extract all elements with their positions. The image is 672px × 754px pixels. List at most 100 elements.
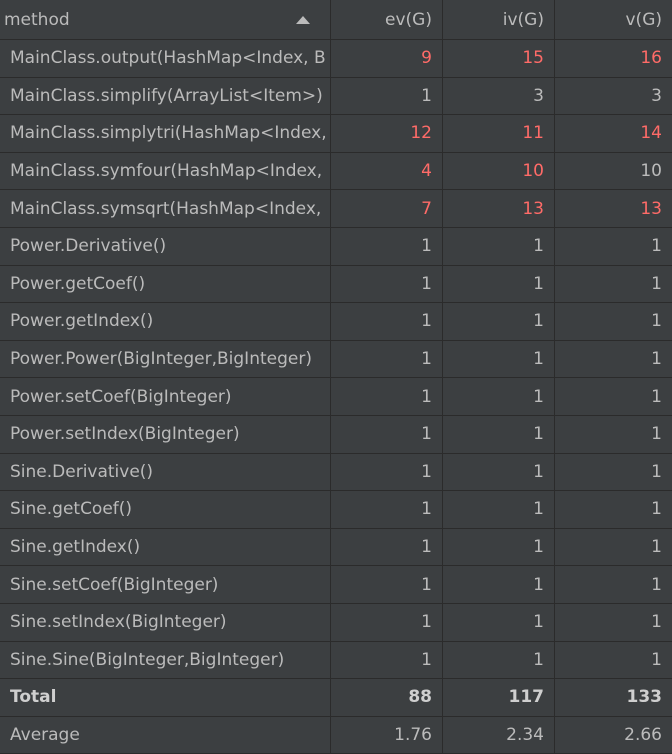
total-ev: 88 xyxy=(331,679,443,716)
method-cell: MainClass.symfour(HashMap<Index, xyxy=(0,152,331,190)
average-iv: 2.34 xyxy=(443,716,555,754)
ev-cell: 1 xyxy=(331,340,443,378)
table-row[interactable]: Power.setIndex(BigInteger) 1 1 1 xyxy=(0,415,672,454)
ev-cell: 1 xyxy=(331,528,443,566)
iv-cell: 1 xyxy=(443,603,555,641)
iv-cell: 15 xyxy=(443,40,555,77)
v-cell: 1 xyxy=(651,424,662,445)
table-body: MainClass.output(HashMap<Index, B 9 15 16 Ma… xyxy=(0,40,672,680)
ev-cell: 12 xyxy=(331,115,443,152)
table-row[interactable]: Power.getCoef() 1 1 1 xyxy=(0,265,672,304)
metrics-table: method ev(G) iv(G) v(G) MainClass.output… xyxy=(0,0,672,754)
method-cell: Sine.setIndex(BigInteger) xyxy=(0,603,331,641)
method-cell: Sine.getIndex() xyxy=(0,528,331,566)
column-header-method[interactable]: method xyxy=(0,0,331,39)
table-row[interactable]: Sine.setCoef(BigInteger) 1 1 1 xyxy=(0,566,672,604)
table-row[interactable]: MainClass.output(HashMap<Index, B 9 15 16 xyxy=(0,40,672,78)
ev-cell: 1 xyxy=(331,378,443,415)
method-cell: MainClass.simplytri(HashMap<Index, xyxy=(0,115,331,152)
iv-cell: 1 xyxy=(443,641,555,679)
table-row[interactable]: Power.Power(BigInteger,BigInteger) 1 1 1 xyxy=(0,340,672,379)
average-ev: 1.76 xyxy=(331,716,443,754)
total-row[interactable]: Total 88 117 133 xyxy=(0,679,672,717)
ev-cell: 1 xyxy=(331,77,443,115)
iv-cell: 1 xyxy=(443,566,555,603)
ev-cell: 1 xyxy=(331,491,443,528)
v-cell: 1 xyxy=(651,649,662,670)
v-cell: 1 xyxy=(651,499,662,520)
ev-cell: 1 xyxy=(331,453,443,491)
iv-cell: 1 xyxy=(443,491,555,528)
table-row[interactable]: Sine.Sine(BigInteger,BigInteger) 1 1 1 xyxy=(0,641,672,680)
v-cell: 1 xyxy=(651,236,662,257)
average-v: 2.66 xyxy=(624,724,662,745)
sort-ascending-icon[interactable] xyxy=(296,15,310,24)
method-cell: Power.setCoef(BigInteger) xyxy=(0,378,331,415)
table-row[interactable]: Sine.Derivative() 1 1 1 xyxy=(0,453,672,492)
ev-cell: 9 xyxy=(331,40,443,77)
method-cell: Power.Power(BigInteger,BigInteger) xyxy=(0,340,331,378)
ev-cell: 1 xyxy=(331,227,443,265)
method-cell: Sine.Sine(BigInteger,BigInteger) xyxy=(0,641,331,679)
v-cell: 1 xyxy=(651,537,662,558)
table-row[interactable]: MainClass.symsqrt(HashMap<Index, 7 13 13 xyxy=(0,190,672,228)
iv-cell: 10 xyxy=(443,152,555,190)
table-row[interactable]: Sine.setIndex(BigInteger) 1 1 1 xyxy=(0,603,672,642)
average-row[interactable]: Average 1.76 2.34 2.66 xyxy=(0,716,672,754)
method-cell: Sine.getCoef() xyxy=(0,491,331,528)
v-cell: 1 xyxy=(651,349,662,370)
v-cell: 14 xyxy=(640,123,662,144)
ev-cell: 1 xyxy=(331,641,443,679)
v-cell: 13 xyxy=(640,198,662,219)
iv-cell: 3 xyxy=(443,77,555,115)
total-v: 133 xyxy=(626,687,663,708)
method-cell: Sine.setCoef(BigInteger) xyxy=(0,566,331,603)
ev-cell: 1 xyxy=(331,603,443,641)
table-row[interactable]: Sine.getIndex() 1 1 1 xyxy=(0,528,672,567)
table-row[interactable]: Power.Derivative() 1 1 1 xyxy=(0,227,672,266)
table-row[interactable]: MainClass.symfour(HashMap<Index, 4 10 10 xyxy=(0,152,672,191)
table-row[interactable]: Power.getIndex() 1 1 1 xyxy=(0,303,672,341)
table-header: method ev(G) iv(G) v(G) xyxy=(0,0,672,40)
table-row[interactable]: MainClass.simplify(ArrayList<Item>) 1 3 3 xyxy=(0,77,672,116)
ev-cell: 1 xyxy=(331,566,443,603)
iv-cell: 1 xyxy=(443,303,555,340)
method-cell: Power.getIndex() xyxy=(0,303,331,340)
ev-cell: 7 xyxy=(331,190,443,227)
table-row[interactable]: Sine.getCoef() 1 1 1 xyxy=(0,491,672,529)
column-header-iv[interactable]: iv(G) xyxy=(443,0,555,39)
v-cell: 1 xyxy=(651,461,662,482)
v-cell: 1 xyxy=(651,273,662,294)
total-label: Total xyxy=(0,679,331,716)
ev-cell: 1 xyxy=(331,265,443,303)
total-iv: 117 xyxy=(443,679,555,716)
iv-cell: 1 xyxy=(443,227,555,265)
average-label: Average xyxy=(0,716,331,754)
iv-cell: 1 xyxy=(443,340,555,378)
v-cell: 16 xyxy=(640,48,662,69)
v-cell: 3 xyxy=(651,85,662,106)
iv-cell: 1 xyxy=(443,378,555,415)
method-cell: MainClass.output(HashMap<Index, B xyxy=(0,40,331,77)
iv-cell: 1 xyxy=(443,453,555,491)
method-cell: Sine.Derivative() xyxy=(0,453,331,491)
v-cell: 1 xyxy=(651,612,662,633)
method-cell: Power.getCoef() xyxy=(0,265,331,303)
iv-cell: 11 xyxy=(443,115,555,152)
v-cell: 1 xyxy=(651,386,662,407)
table-row[interactable]: MainClass.simplytri(HashMap<Index, 12 11 14 xyxy=(0,115,672,153)
ev-cell: 1 xyxy=(331,415,443,453)
method-cell: Power.setIndex(BigInteger) xyxy=(0,415,331,453)
column-header-method-label: method xyxy=(4,9,70,30)
iv-cell: 1 xyxy=(443,415,555,453)
ev-cell: 1 xyxy=(331,303,443,340)
v-cell: 1 xyxy=(651,574,662,595)
column-header-v[interactable]: v(G) xyxy=(555,0,672,39)
method-cell: MainClass.symsqrt(HashMap<Index, xyxy=(0,190,331,227)
iv-cell: 1 xyxy=(443,528,555,566)
method-cell: Power.Derivative() xyxy=(0,227,331,265)
v-cell: 1 xyxy=(651,311,662,332)
v-cell: 10 xyxy=(640,161,662,182)
column-header-ev[interactable]: ev(G) xyxy=(331,0,443,39)
table-row[interactable]: Power.setCoef(BigInteger) 1 1 1 xyxy=(0,378,672,416)
